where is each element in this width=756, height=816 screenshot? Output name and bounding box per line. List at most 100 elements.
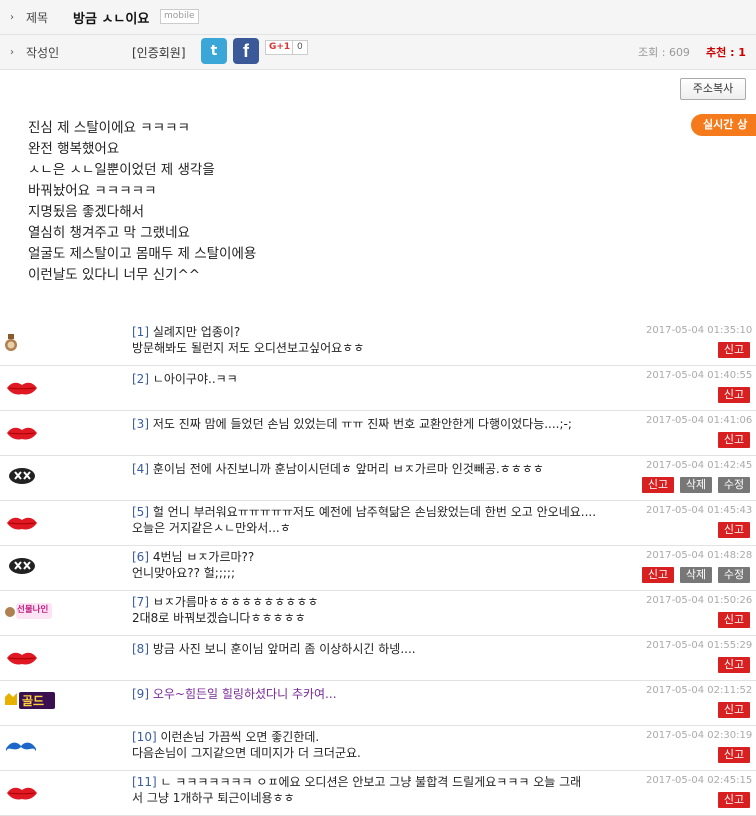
comment-timestamp: 2017-05-04 01:40:55 [646, 370, 753, 381]
author-name[interactable]: [인증회원] [132, 44, 186, 61]
realtime-button[interactable]: 실시간 상 [691, 114, 756, 136]
comment-timestamp: 2017-05-04 01:55:29 [646, 640, 753, 651]
edit-button[interactable]: 수정 [718, 477, 750, 493]
comment-number[interactable]: [8] [132, 642, 149, 656]
facebook-icon[interactable]: f [233, 38, 259, 64]
comment-line: 오늘은 거지같은ㅅㄴ만와서...ㅎ [132, 521, 291, 535]
comment-text: [11] ㄴ ㅋㅋㅋㅋㅋㅋㅋ ㅇㅍ에요 오디션은 안보고 그냥 불합격 드릴게요… [132, 774, 581, 806]
report-button[interactable]: 신고 [718, 657, 750, 673]
comment-number[interactable]: [10] [132, 730, 157, 744]
comment-row: [11] ㄴ ㅋㅋㅋㅋㅋㅋㅋ ㅇㅍ에요 오디션은 안보고 그냥 불합격 드릴게요… [0, 770, 756, 816]
author-row: › 작성인 [인증회원] t f G+1 0 조회 : 609 추천 : 1 [0, 35, 756, 70]
report-button[interactable]: 신고 [718, 702, 750, 718]
comment-text: [9] 오우~힘든일 힐링하셨다니 추카여... [132, 686, 337, 702]
comment-actions: 신고 삭제 수정 [642, 477, 752, 493]
comment-number[interactable]: [4] [132, 462, 149, 476]
report-button[interactable]: 신고 [718, 522, 750, 538]
recommend-count: 추천 : 1 [706, 46, 746, 59]
comment-text: [6] 4번님 ㅂㅈ가르마?? 언니맞아요?? 헐;;;;; [132, 549, 254, 581]
view-count: 조회 : 609 [638, 46, 690, 59]
title-row: › 제목 방금 ㅅㄴ이요 mobile [0, 0, 756, 35]
comment-line: 4번님 ㅂㅈ가르마?? [149, 550, 255, 564]
comment-row: [2] ㄴ아이구야..ㅋㅋ 2017-05-04 01:40:55 신고 [0, 365, 756, 411]
comment-line: 2대8로 바꿔보겠습니다ㅎㅎㅎㅎㅎ [132, 611, 306, 625]
comment-actions: 신고 [718, 747, 752, 763]
body-line: 이런날도 있다니 너무 신기^^ [28, 267, 201, 283]
lips-icon [6, 380, 38, 399]
comment-actions: 신고 [718, 657, 752, 673]
comment-text: [1] 실례지만 업종이? 방문해봐도 될런지 저도 오디션보고싶어요ㅎㅎ [132, 324, 364, 356]
report-button[interactable]: 신고 [718, 612, 750, 628]
author-label: 작성인 [26, 46, 60, 60]
lips-icon [6, 785, 38, 804]
comment-text: [5] 헐 언니 부러워요ㅠㅠㅠㅠㅠ저도 예전에 남주혁닮은 손님왔었는데 한번… [132, 504, 596, 536]
lips-icon [6, 425, 38, 444]
comment-row: [6] 4번님 ㅂㅈ가르마?? 언니맞아요?? 헐;;;;; 2017-05-04 … [0, 545, 756, 591]
comment-line: 방금 사진 보니 훈이님 앞머리 좀 이상하시긴 하넹.... [149, 642, 416, 656]
comment-text: [10] 이런손님 가끔씩 오면 좋긴한데. 다음손님이 그지같으면 데미지가 더… [132, 729, 361, 761]
comment-timestamp: 2017-05-04 01:35:10 [646, 325, 753, 336]
comment-line: ㅂㅈ가름마ㅎㅎㅎㅎㅎㅎㅎㅎㅎㅎ [149, 595, 319, 609]
comment-number[interactable]: [1] [132, 325, 149, 339]
comment-text: [7] ㅂㅈ가름마ㅎㅎㅎㅎㅎㅎㅎㅎㅎㅎ 2대8로 바꿔보겠습니다ㅎㅎㅎㅎㅎ [132, 594, 318, 626]
comment-line: 서 그냥 1개하구 퇴근이네용ㅎㅎ [132, 791, 295, 805]
mustache-icon [4, 740, 38, 757]
comment-row: [1] 실례지만 업종이? 방문해봐도 될런지 저도 오디션보고싶어요ㅎㅎ 2017… [0, 320, 756, 366]
comment-line: 실례지만 업종이? [149, 325, 241, 339]
twitter-icon[interactable]: t [201, 38, 227, 64]
comment-number[interactable]: [6] [132, 550, 149, 564]
delete-button[interactable]: 삭제 [680, 477, 712, 493]
edit-button[interactable]: 수정 [718, 567, 750, 583]
report-button[interactable]: 신고 [642, 567, 674, 583]
comment-number[interactable]: [11] [132, 775, 157, 789]
comment-number[interactable]: [2] [132, 372, 149, 386]
comment-line: ㄴ아이구야..ㅋㅋ [149, 372, 238, 386]
body-line: 얼굴도 제스탈이고 몸매두 제 스탈이에용 [28, 246, 257, 262]
comment-actions: 신고 [718, 387, 752, 403]
comment-row: [10] 이런손님 가끔씩 오면 좋긴한데. 다음손님이 그지같으면 데미지가 더… [0, 725, 756, 771]
badge-icon: 선물나인 [4, 601, 54, 624]
comment-timestamp: 2017-05-04 01:41:06 [646, 415, 753, 426]
body-line: 완전 행복했어요 [28, 141, 120, 157]
report-button[interactable]: 신고 [718, 432, 750, 448]
comment-number[interactable]: [9] [132, 687, 149, 701]
report-button[interactable]: 신고 [718, 792, 750, 808]
comment-timestamp: 2017-05-04 01:50:26 [646, 595, 753, 606]
google-plus-count: 0 [292, 40, 308, 55]
comment-number[interactable]: [5] [132, 505, 149, 519]
comment-number[interactable]: [3] [132, 417, 149, 431]
report-button[interactable]: 신고 [718, 342, 750, 358]
comment-timestamp: 2017-05-04 01:42:45 [646, 460, 753, 471]
mask-icon [6, 557, 38, 578]
report-button[interactable]: 신고 [718, 387, 750, 403]
lips-icon [6, 515, 38, 534]
report-button[interactable]: 신고 [718, 747, 750, 763]
comment-line: 다음손님이 그지같으면 데미지가 더 크더군요. [132, 746, 361, 760]
chevron-right-icon: › [10, 47, 14, 58]
lips-icon [6, 650, 38, 669]
body-line: 바꿔놨어요 ㅋㅋㅋㅋㅋ [28, 183, 157, 199]
mobile-tag: mobile [160, 9, 199, 24]
comment-line: 방문해봐도 될런지 저도 오디션보고싶어요ㅎㅎ [132, 341, 365, 355]
google-plus-button[interactable]: G+1 [265, 40, 295, 55]
copy-address-button[interactable]: 주소복사 [680, 78, 746, 100]
comment-actions: 신고 [718, 792, 752, 808]
post-title: 방금 ㅅㄴ이요 [73, 12, 150, 27]
comment-timestamp: 2017-05-04 01:48:28 [646, 550, 753, 561]
post-body: 진심 제 스탈이에요 ㅋㅋㅋㅋ 완전 행복했어요 ㅅㄴ은 ㅅㄴ일뿐이었던 제 생… [28, 118, 256, 286]
report-button[interactable]: 신고 [642, 477, 674, 493]
comment-number[interactable]: [7] [132, 595, 149, 609]
comment-line: ㄴ ㅋㅋㅋㅋㅋㅋㅋ ㅇㅍ에요 오디션은 안보고 그냥 불합격 드릴게요ㅋㅋㅋ 오… [156, 775, 582, 789]
comment-timestamp: 2017-05-04 02:30:19 [646, 730, 753, 741]
comment-line: 저도 진짜 맘에 들었던 손님 있었는데 ㅠㅠ 진짜 번호 교환안한게 다행이었… [149, 417, 572, 431]
comment-actions: 신고 [718, 342, 752, 358]
comment-timestamp: 2017-05-04 01:45:43 [646, 505, 753, 516]
body-line: ㅅㄴ은 ㅅㄴ일뿐이었던 제 생각을 [28, 162, 215, 178]
comment-timestamp: 2017-05-04 02:45:15 [646, 775, 753, 786]
delete-button[interactable]: 삭제 [680, 567, 712, 583]
comment-line: 이런손님 가끔씩 오면 좋긴한데. [156, 730, 320, 744]
comment-row: 선물나인 [7] ㅂㅈ가름마ㅎㅎㅎㅎㅎㅎㅎㅎㅎㅎ 2대8로 바꿔보겠습니다ㅎㅎㅎㅎㅎ… [0, 590, 756, 636]
comment-row: [8] 방금 사진 보니 훈이님 앞머리 좀 이상하시긴 하넹.... 2017-… [0, 635, 756, 681]
comment-line: 훈이님 전에 사진보니까 훈남이시던데ㅎ 앞머리 ㅂㅈ가르마 인것빼공.ㅎㅎㅎㅎ [149, 462, 544, 476]
comment-row: 골드 [9] 오우~힘든일 힐링하셨다니 추카여... 2017-05-04 02:… [0, 680, 756, 726]
